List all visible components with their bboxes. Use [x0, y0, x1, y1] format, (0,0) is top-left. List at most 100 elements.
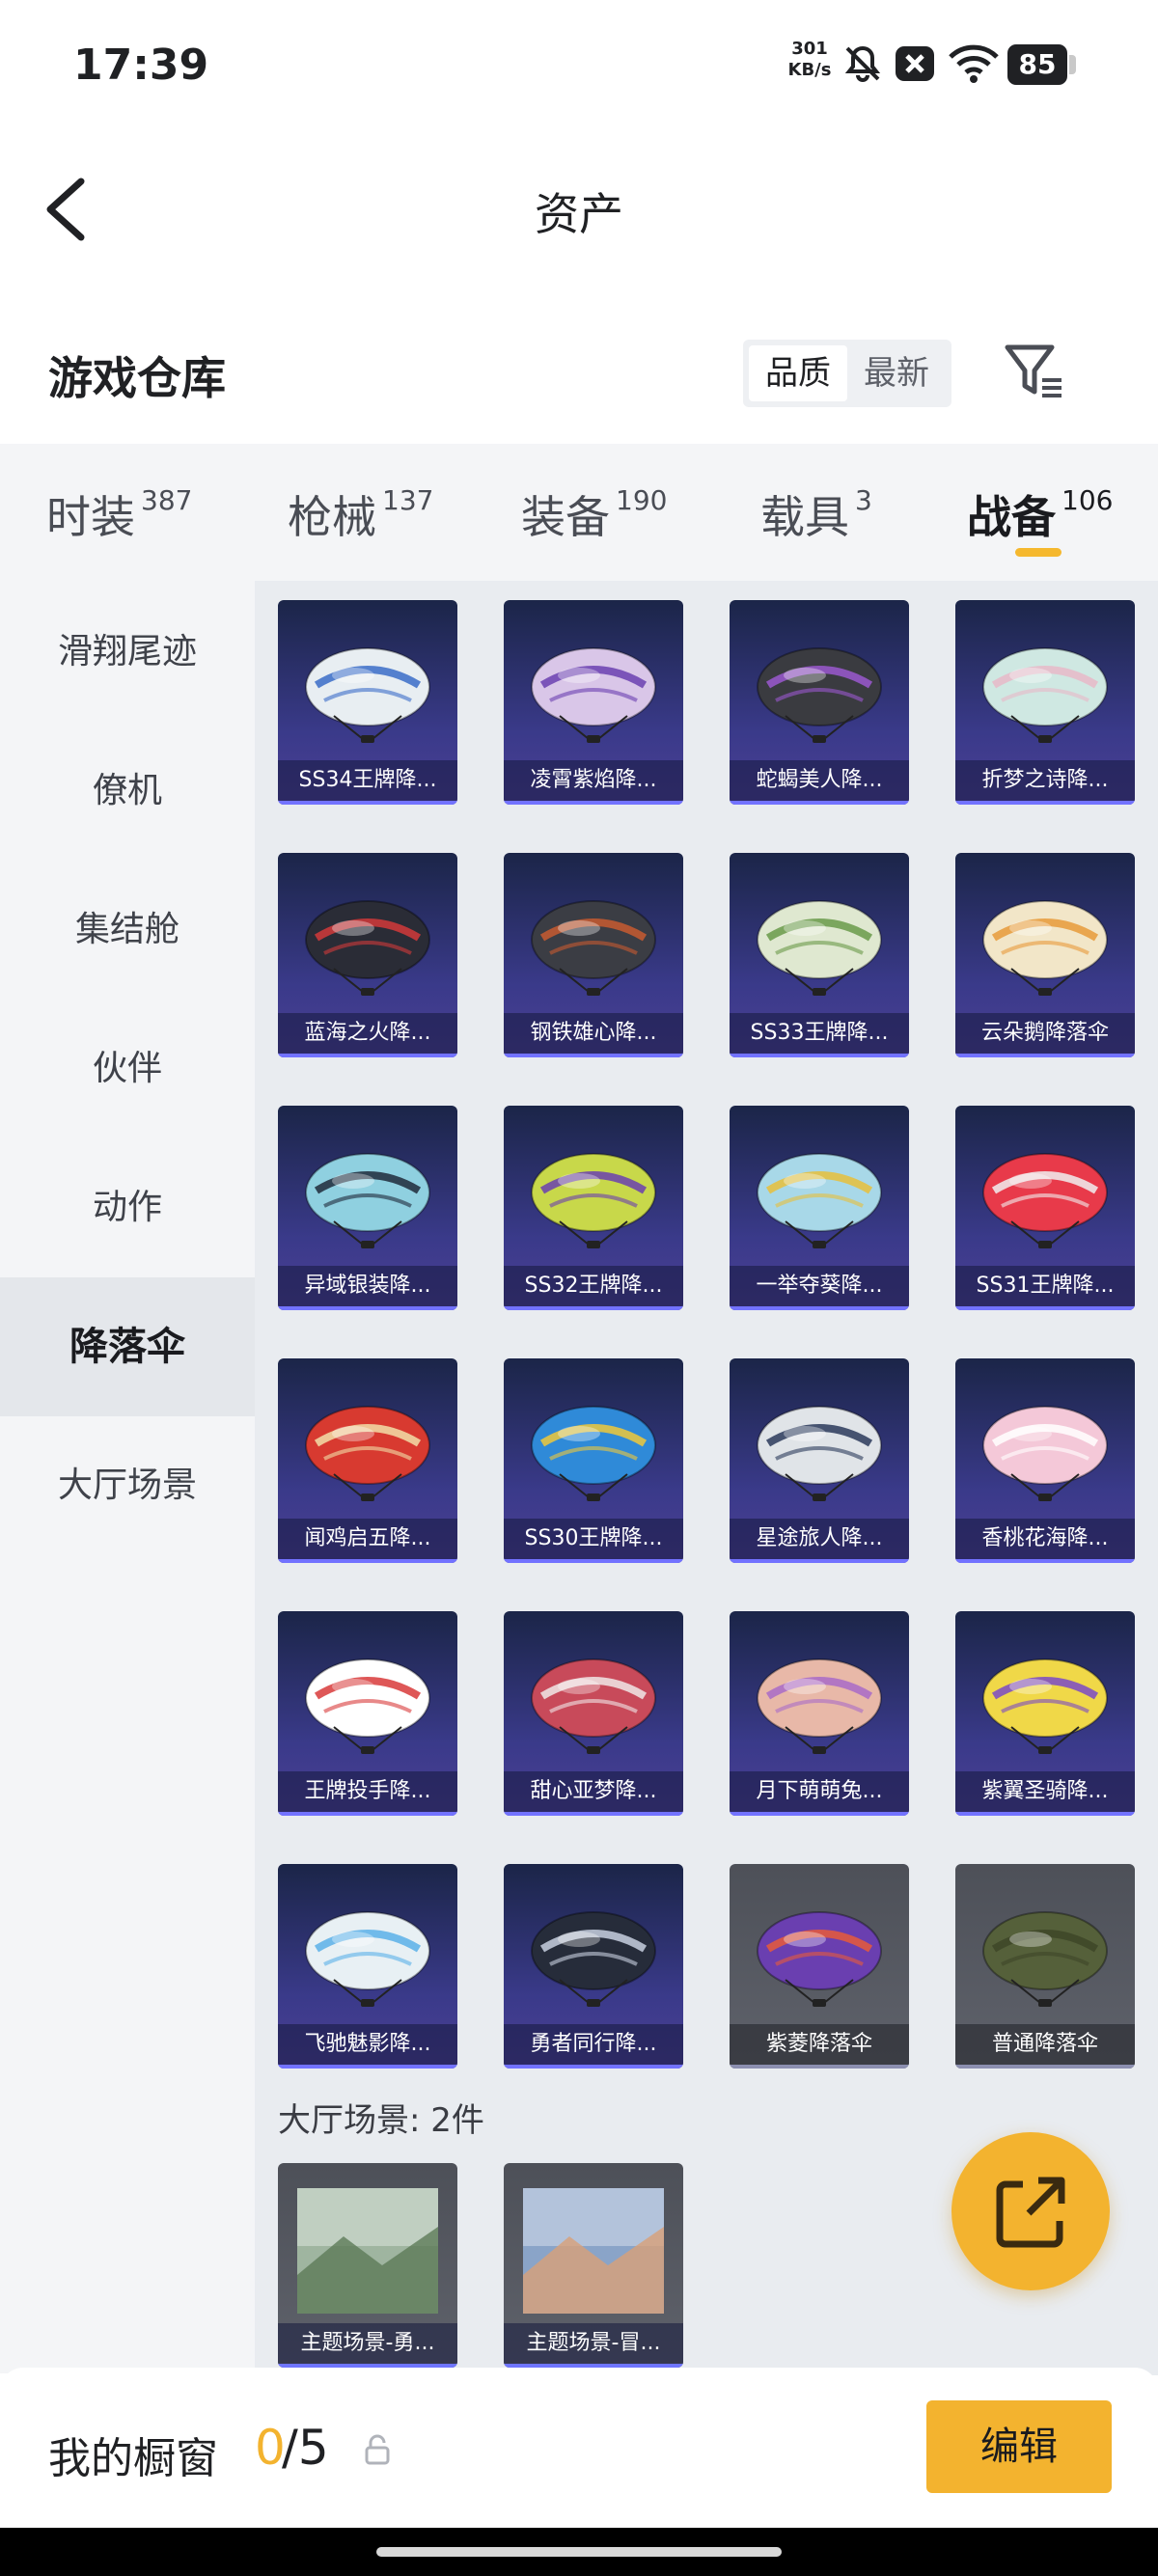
- parachute-card[interactable]: SS34王牌降...: [278, 600, 457, 805]
- external-link-icon: [996, 2177, 1065, 2248]
- sort-toggle: 品质 最新: [743, 340, 951, 407]
- parachute-card[interactable]: 紫翼圣骑降...: [955, 1611, 1135, 1816]
- bell-off-icon: [844, 45, 881, 82]
- tab-count: 106: [1062, 484, 1114, 516]
- network-speed-unit: KB/s: [787, 60, 832, 80]
- filter-icon[interactable]: [1004, 342, 1065, 399]
- share-fab-button[interactable]: [951, 2132, 1110, 2290]
- sidebar-item-parachute[interactable]: 降落伞: [0, 1277, 255, 1416]
- status-bar: 17:39 301 KB/s 85: [0, 0, 1158, 125]
- parachute-image: [305, 1911, 430, 2007]
- scene-image: [297, 2188, 438, 2314]
- sidebar-item-emote[interactable]: 动作: [0, 1138, 255, 1277]
- parachute-card[interactable]: 异域银装降...: [278, 1106, 457, 1310]
- tab-battle-prep[interactable]: 战备 106: [967, 482, 1113, 546]
- network-speed: 301 KB/s: [786, 39, 834, 81]
- parachute-name: 异域银装降...: [278, 1266, 457, 1306]
- sort-quality-button[interactable]: 品质: [749, 345, 847, 401]
- sidebar-item-wingman[interactable]: 僚机: [0, 722, 255, 861]
- parachute-image: [757, 900, 882, 996]
- parachute-name: 月下萌萌兔...: [730, 1771, 909, 1812]
- parachute-card[interactable]: 月下萌萌兔...: [730, 1611, 909, 1816]
- parachute-name: 云朵鹅降落伞: [955, 1013, 1135, 1054]
- parachute-image: [982, 1153, 1108, 1248]
- parachute-card[interactable]: 凌霄紫焰降...: [504, 600, 683, 805]
- rarity-bar: [730, 1559, 909, 1563]
- parachute-name: 钢铁雄心降...: [504, 1013, 683, 1054]
- parachute-name: SS30王牌降...: [504, 1519, 683, 1559]
- parachute-card[interactable]: 勇者同行降...: [504, 1864, 683, 2069]
- rarity-bar: [955, 1054, 1135, 1057]
- parachute-image: [531, 1153, 656, 1248]
- home-gesture-handle[interactable]: [376, 2547, 782, 2557]
- tab-count: 137: [382, 484, 434, 516]
- parachute-card[interactable]: 普通降落伞: [955, 1864, 1135, 2069]
- parachute-image: [531, 647, 656, 743]
- sidebar-item-rally-pod[interactable]: 集结舱: [0, 861, 255, 1000]
- parachute-image: [982, 900, 1108, 996]
- tab-equipment[interactable]: 装备 190: [521, 482, 667, 546]
- parachute-name: 王牌投手降...: [278, 1771, 457, 1812]
- parachute-card[interactable]: 甜心亚梦降...: [504, 1611, 683, 1816]
- parachute-image: [757, 1153, 882, 1248]
- rarity-bar: [730, 2065, 909, 2069]
- parachute-name: 紫翼圣骑降...: [955, 1771, 1135, 1812]
- parachute-image: [531, 1658, 656, 1754]
- rarity-bar: [955, 1559, 1135, 1563]
- tab-count: 387: [141, 484, 193, 516]
- page-title: 资产: [535, 188, 623, 240]
- parachute-card[interactable]: 钢铁雄心降...: [504, 853, 683, 1057]
- lobby-scene-section-title: 大厅场景: 2件: [278, 2101, 484, 2140]
- active-tab-indicator: [1015, 548, 1062, 557]
- parachute-card[interactable]: 香桃花海降...: [955, 1358, 1135, 1563]
- parachute-card[interactable]: 王牌投手降...: [278, 1611, 457, 1816]
- parachute-card[interactable]: SS33王牌降...: [730, 853, 909, 1057]
- parachute-card[interactable]: 蛇蝎美人降...: [730, 600, 909, 805]
- rarity-bar: [730, 1306, 909, 1310]
- sort-newest-button[interactable]: 最新: [847, 345, 946, 401]
- tab-guns[interactable]: 枪械 137: [288, 482, 433, 546]
- parachute-card[interactable]: 一举夺葵降...: [730, 1106, 909, 1310]
- parachute-name: 紫菱降落伞: [730, 2024, 909, 2065]
- parachute-image: [757, 1406, 882, 1501]
- parachute-card[interactable]: 飞驰魅影降...: [278, 1864, 457, 2069]
- tab-label: 战备: [967, 491, 1056, 543]
- parachute-image: [757, 1911, 882, 2007]
- rarity-bar: [504, 801, 683, 805]
- parachute-image: [531, 1911, 656, 2007]
- rarity-bar: [504, 1306, 683, 1310]
- scene-image: [523, 2188, 664, 2314]
- parachute-card[interactable]: 星途旅人降...: [730, 1358, 909, 1563]
- tab-fashion[interactable]: 时装 387: [46, 482, 192, 546]
- rarity-bar: [278, 1559, 457, 1563]
- parachute-image: [982, 1911, 1108, 2007]
- scene-card[interactable]: 主题场景-勇...: [278, 2163, 457, 2368]
- parachute-name: 星途旅人降...: [730, 1519, 909, 1559]
- rarity-bar: [278, 1306, 457, 1310]
- parachute-name: 一举夺葵降...: [730, 1266, 909, 1306]
- parachute-card[interactable]: 紫菱降落伞: [730, 1864, 909, 2069]
- rarity-bar: [504, 1054, 683, 1057]
- network-speed-value: 301: [791, 39, 828, 59]
- rarity-bar: [730, 1812, 909, 1816]
- edit-button[interactable]: 编辑: [926, 2400, 1112, 2493]
- parachute-card[interactable]: SS31王牌降...: [955, 1106, 1135, 1310]
- parachute-card[interactable]: 折梦之诗降...: [955, 600, 1135, 805]
- sidebar-item-lobby-scene[interactable]: 大厅场景: [0, 1416, 255, 1555]
- parachute-card[interactable]: 云朵鹅降落伞: [955, 853, 1135, 1057]
- sidebar-item-companion[interactable]: 伙伴: [0, 1000, 255, 1138]
- scene-card[interactable]: 主题场景-冒...: [504, 2163, 683, 2368]
- showcase-total: /5: [282, 2420, 329, 2476]
- parachute-card[interactable]: 蓝海之火降...: [278, 853, 457, 1057]
- tab-vehicles[interactable]: 载具 3: [760, 482, 872, 546]
- warehouse-title: 游戏仓库: [48, 352, 226, 404]
- parachute-name: SS33王牌降...: [730, 1013, 909, 1054]
- rarity-bar: [730, 801, 909, 805]
- rarity-bar: [278, 801, 457, 805]
- parachute-image: [757, 647, 882, 743]
- parachute-image: [305, 1153, 430, 1248]
- parachute-card[interactable]: 闻鸡启五降...: [278, 1358, 457, 1563]
- parachute-card[interactable]: SS30王牌降...: [504, 1358, 683, 1563]
- parachute-card[interactable]: SS32王牌降...: [504, 1106, 683, 1310]
- sidebar-item-glide-trail[interactable]: 滑翔尾迹: [0, 583, 255, 722]
